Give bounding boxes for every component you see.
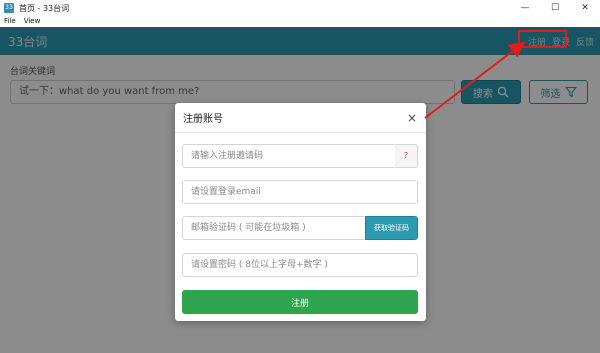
app-icon: 33 (4, 3, 14, 13)
close-icon[interactable]: × (407, 112, 417, 124)
menu-view[interactable]: View (24, 17, 41, 25)
get-code-button[interactable]: 获取验证码 (365, 216, 418, 240)
annotation-highlight-box (518, 30, 567, 48)
verification-code-field[interactable]: 邮箱验证码 ( 可能在垃圾箱 ) (182, 216, 366, 240)
password-field[interactable]: 请设置密码 ( 8位以上字母+数字 ) (182, 253, 418, 277)
close-window-button[interactable]: ✕ (570, 0, 600, 16)
menu-file[interactable]: File (4, 17, 16, 25)
email-field[interactable]: 请设置登录email (182, 180, 418, 204)
maximize-button[interactable]: ☐ (540, 0, 570, 16)
modal-title: 注册账号 (183, 114, 223, 125)
register-button[interactable]: 注册 (182, 290, 418, 314)
window-titlebar: 33 首页 - 33台词 — ☐ ✕ (0, 0, 600, 16)
invite-help-button[interactable]: ? (395, 144, 418, 168)
register-modal: 注册账号 × 请输入注册邀请码 ? 请设置登录email 邮箱验证码 ( 可能在… (175, 103, 426, 321)
minimize-button[interactable]: — (510, 0, 540, 16)
window-title: 首页 - 33台词 (19, 3, 70, 13)
invite-code-field[interactable]: 请输入注册邀请码 (182, 144, 396, 168)
window-controls: — ☐ ✕ (510, 0, 600, 16)
menubar: File View (0, 16, 600, 26)
modal-header: 注册账号 (175, 103, 426, 133)
